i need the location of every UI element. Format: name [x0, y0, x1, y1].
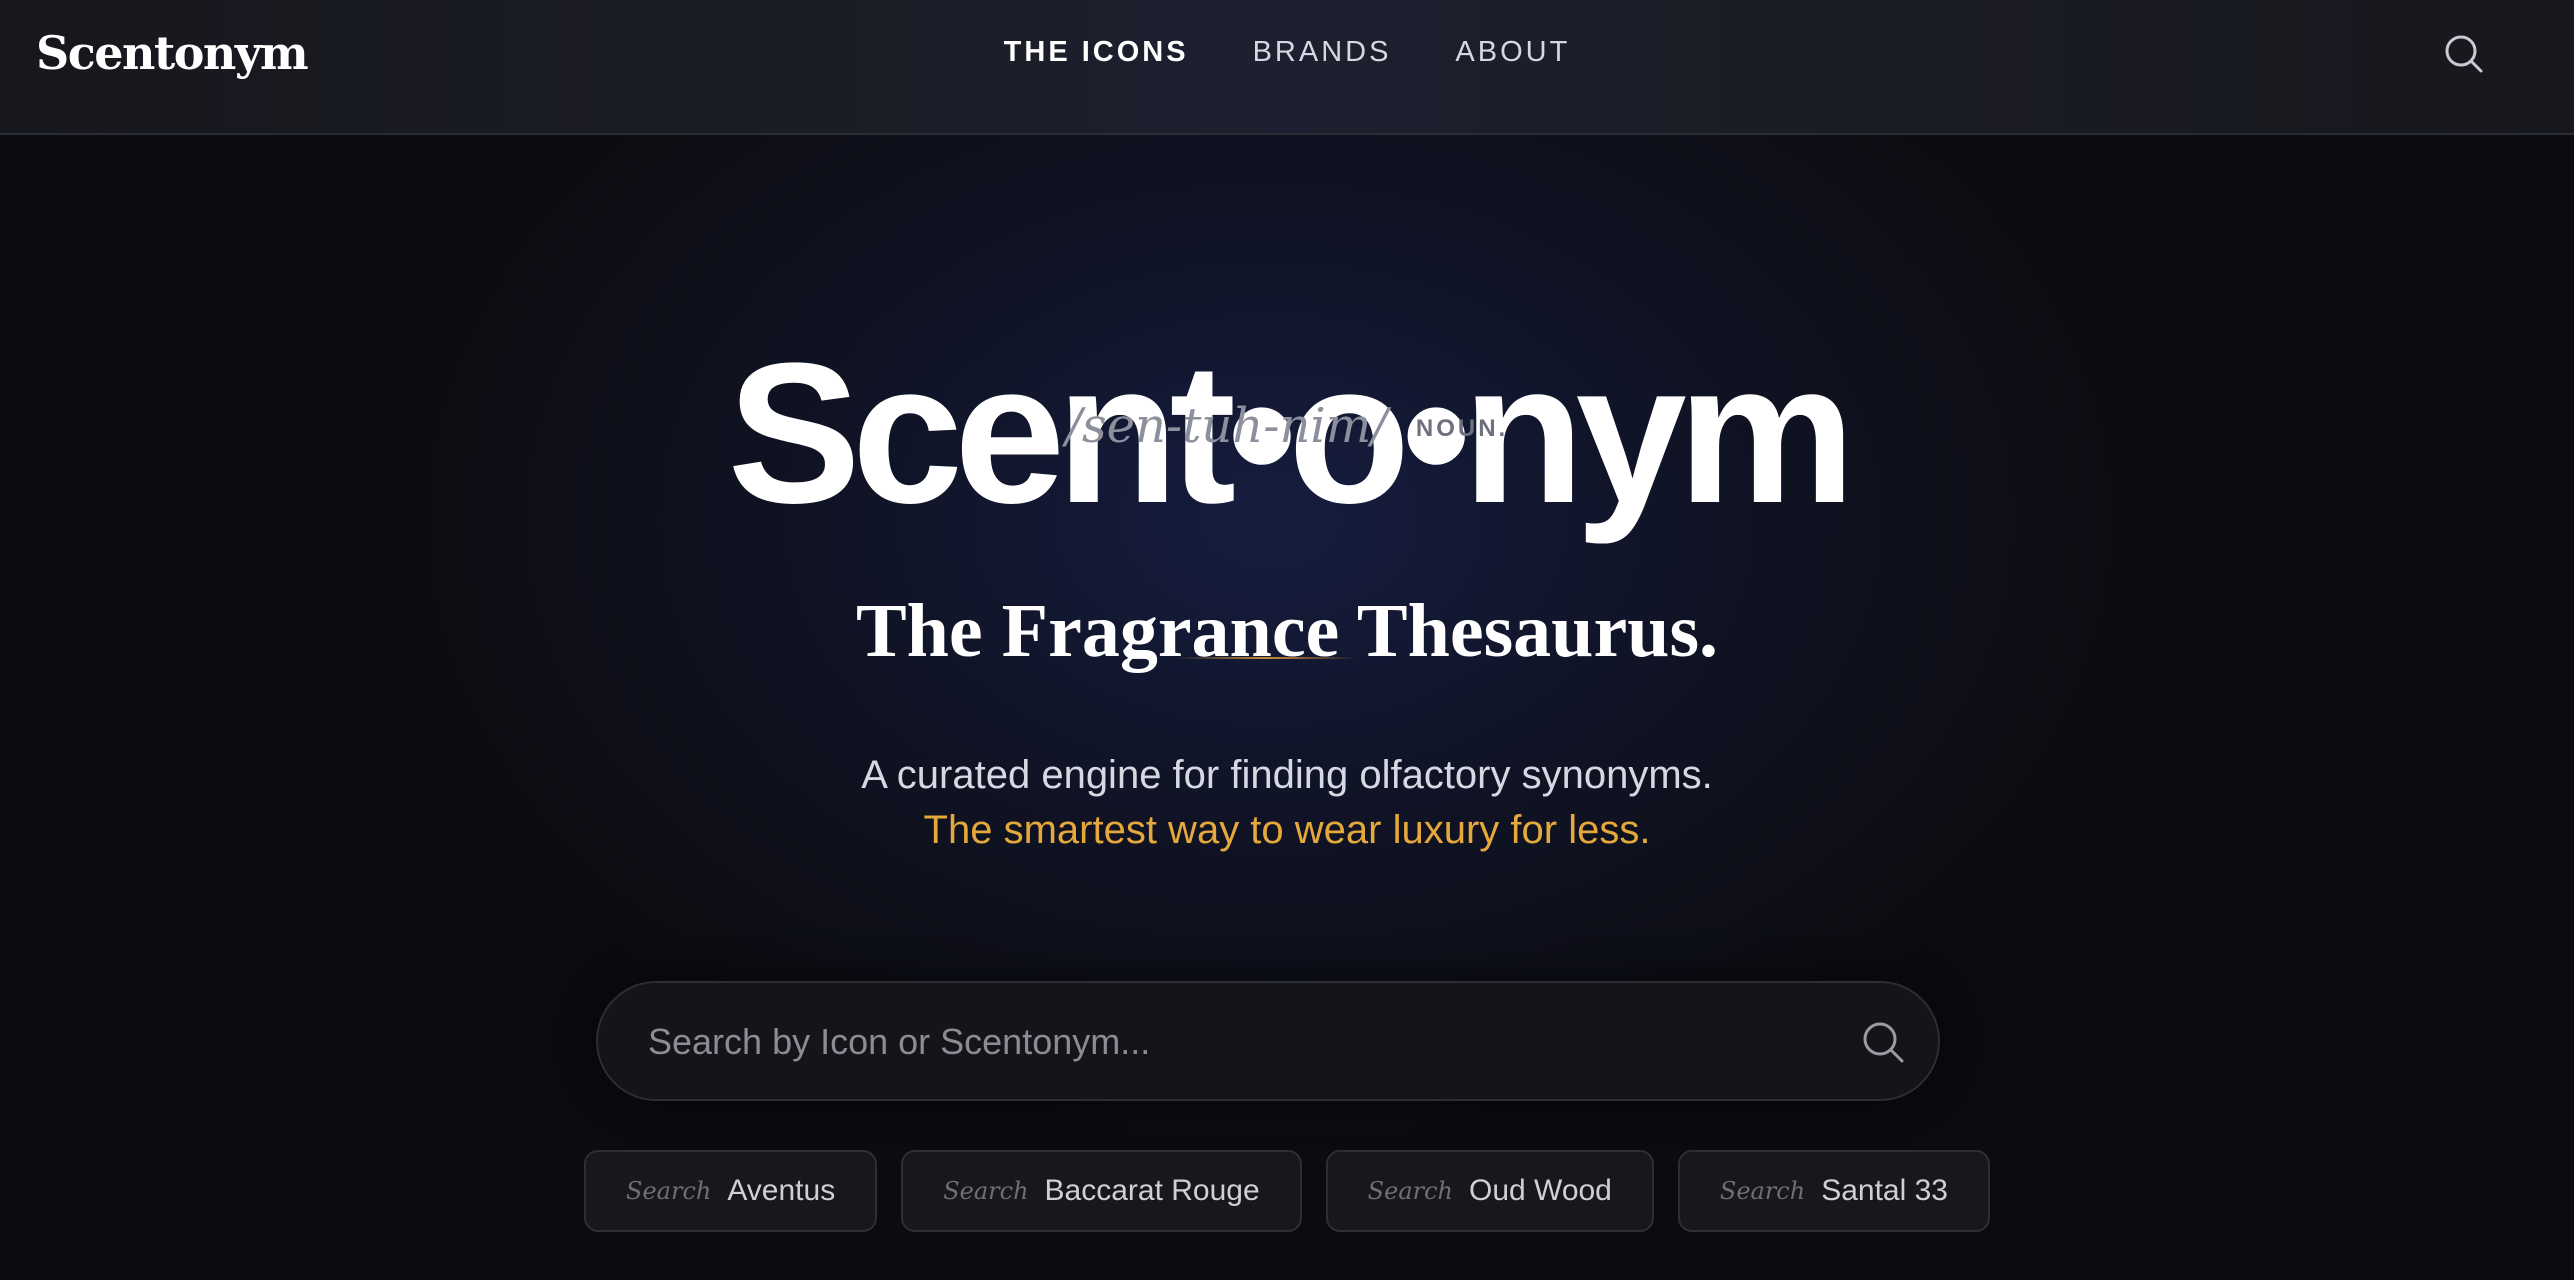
chip-label: Aventus	[727, 1174, 836, 1207]
search-submit-button[interactable]	[1860, 1019, 1906, 1065]
quick-search-chips: Search Aventus Search Baccarat Rouge Sea…	[0, 1150, 2574, 1232]
hero-promo: The smartest way to wear luxury for less…	[923, 808, 1651, 852]
top-navigation-bar: Scentonym THE ICONS BRANDS ABOUT	[0, 0, 2574, 135]
chip-label: Santal 33	[1821, 1174, 1948, 1207]
chip-prefix: Search	[1719, 1177, 1806, 1205]
search-icon	[1863, 1022, 1904, 1063]
chip-label: Oud Wood	[1469, 1174, 1612, 1207]
quick-search-chip-baccarat-rouge[interactable]: Search Baccarat Rouge	[901, 1150, 1302, 1232]
main-nav: THE ICONS BRANDS ABOUT	[0, 36, 2574, 69]
chip-prefix: Search	[1367, 1177, 1453, 1205]
search-bar	[596, 981, 1940, 1101]
nav-item-about[interactable]: ABOUT	[1455, 36, 1570, 69]
quick-search-chip-santal-33[interactable]: Search Santal 33	[1677, 1150, 1990, 1232]
nav-item-brands[interactable]: BRANDS	[1253, 36, 1392, 69]
pronunciation-row: /sen-tuh-nim/ NOUN.	[0, 398, 2574, 454]
nav-item-the-icons[interactable]: THE ICONS	[1004, 36, 1189, 69]
hero-tagline: The Fragrance Thesaurus.	[855, 589, 1719, 674]
chip-label: Baccarat Rouge	[1044, 1174, 1260, 1207]
header-search-button[interactable]	[2442, 32, 2486, 76]
quick-search-chip-oud-wood[interactable]: Search Oud Wood	[1325, 1150, 1654, 1232]
quick-search-chip-aventus[interactable]: Search Aventus	[584, 1150, 878, 1232]
chip-prefix: Search	[626, 1177, 712, 1205]
pronunciation: /sen-tuh-nim/	[1065, 398, 1388, 454]
search-input[interactable]	[646, 983, 1810, 1101]
chip-prefix: Search	[943, 1177, 1029, 1205]
search-icon	[2445, 35, 2483, 73]
hero-description: A curated engine for finding olfactory s…	[861, 753, 1713, 797]
part-of-speech: NOUN.	[1415, 415, 1509, 442]
gold-divider	[1177, 657, 1357, 659]
